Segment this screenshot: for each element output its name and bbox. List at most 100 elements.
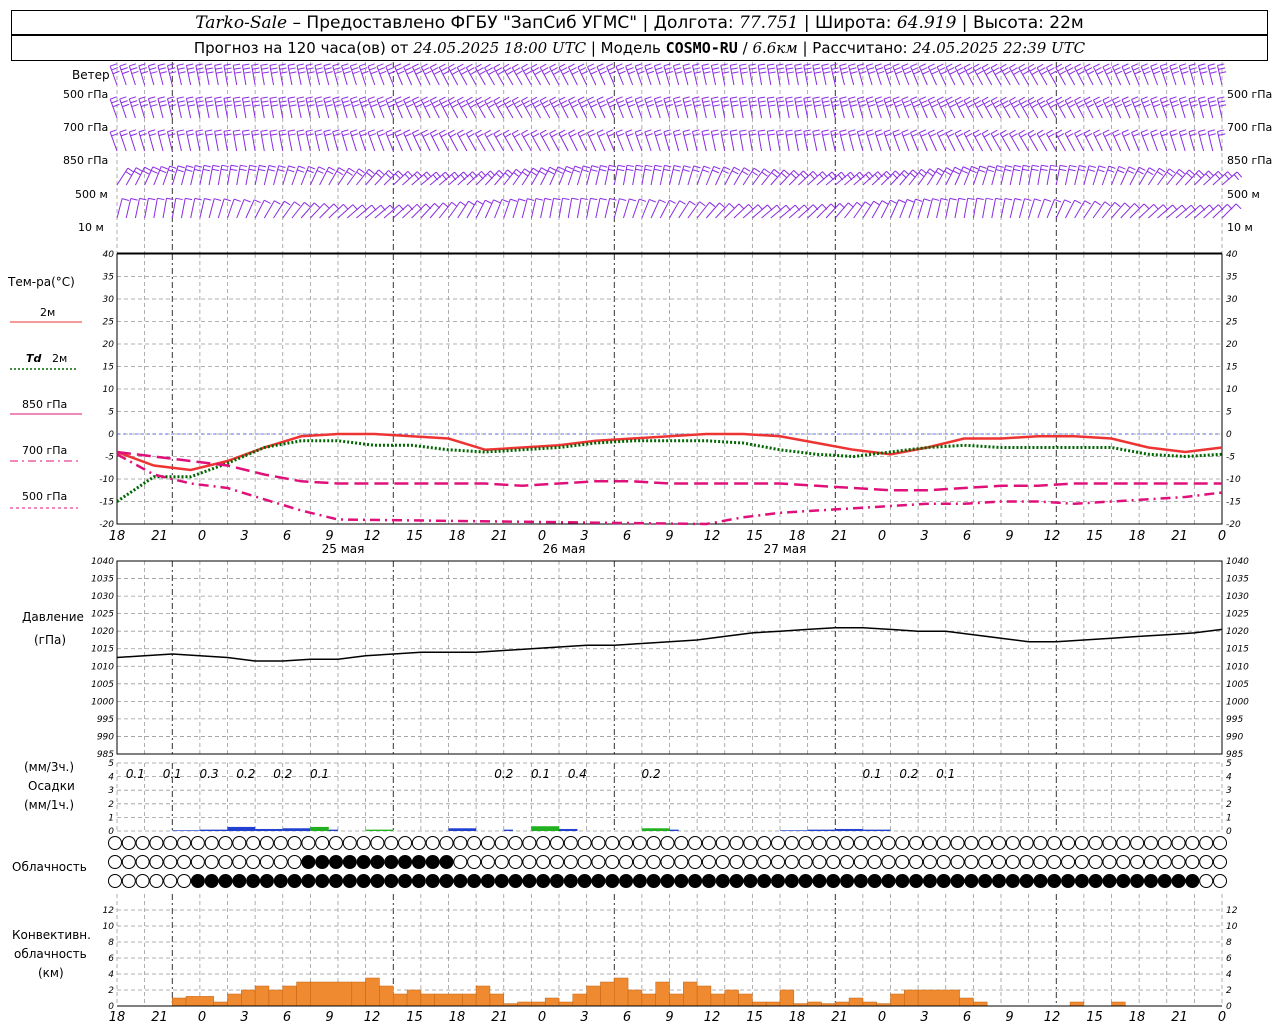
wind-barb-flag [343,71,351,74]
wind-barb-flag [1199,100,1207,104]
wind-barb-flag [803,170,809,177]
wind-barb [1150,129,1159,152]
wind-barb [521,96,532,119]
wind-barb-flag [758,100,766,103]
wind-barb-flag [1179,96,1187,100]
wind-barb-flag [986,197,994,201]
cloud-cover-symbol [273,855,288,869]
wind-barb [634,96,645,119]
wind-barb [672,96,683,119]
wind-barb [999,96,1011,119]
temp-ytick-left: 25 [103,318,115,328]
wind-barb [739,63,748,86]
wind-barb-flag [1209,104,1217,107]
wind-barb-flag [867,133,875,137]
wind-barb-flag [493,199,501,204]
time-tick-bottom: 9 [665,1010,673,1024]
cloud-cover-symbol [439,836,454,850]
conv-bar [434,993,463,1007]
cloud-cover-symbol [743,874,758,888]
wind-barb-flag [167,129,175,133]
wind-barb [109,96,120,119]
wind-barb-flag [466,63,473,68]
wind-barb [672,63,683,86]
cloud-cover-symbol [563,855,578,869]
wind-barb-flag [1146,170,1154,176]
cloud-cover-symbol [909,874,924,888]
wind-barb-staff [794,65,799,86]
wind-barb-flag [534,103,542,108]
wind-barb-flag [814,71,822,74]
wind-barb-flag [822,67,830,70]
wind-barb [484,129,495,152]
cloud-cover-symbol [605,836,620,850]
cloud-cover-symbol [273,836,288,850]
wind-barb-flag [268,165,276,168]
wind-barb [1045,63,1057,86]
wind-barb-staff [1036,100,1048,119]
wind-barb-flag [167,96,175,100]
wind-barb-flag [1013,168,1021,172]
cloud-cover-symbol [342,836,357,850]
wind-barb-staff [775,131,781,152]
wind-barb-flag [278,63,286,66]
wind-barb-flag [876,133,884,137]
wind-barb-flag [129,63,137,67]
wind-barb [1140,63,1151,86]
wind-barb-flag [111,100,119,104]
wind-barb-staff [260,131,265,152]
cloud-cover-symbol [1061,874,1076,888]
wind-barb-flag [138,129,146,133]
cloud-cover-symbol [1061,855,1076,869]
wind-barb-flag [287,169,295,173]
wind-barb-staff [190,165,196,186]
wind-barb [558,165,574,186]
wind-barb-staff [502,67,514,86]
pres-ytick-left: 1005 [91,680,114,690]
wind-barb [429,96,441,119]
cloud-cover-symbol [660,874,675,888]
wind-barb [715,166,731,186]
wind-barb [287,96,297,119]
cloud-cover-symbol [453,855,468,869]
wind-barb-flag [497,103,505,109]
wind-barb-flag [243,67,251,70]
wind-barb-flag [532,100,540,105]
time-tick: 9 [665,529,673,544]
wind-barb [1207,129,1216,152]
wind-barb-flag [945,96,953,101]
wind-barb-flag [348,167,356,173]
wind-barb-flag [261,67,269,70]
wind-barb [1036,129,1048,152]
wind-barb-flag [157,96,165,100]
wind-barb [927,129,937,152]
cloud-cover-symbol [660,855,675,869]
wind-barb [385,129,394,152]
precip-3h-label: 0.4 [568,767,587,781]
wind-barb-flag [298,165,306,169]
wind-barb [1092,201,1111,219]
time-tick-bottom: 12 [704,1010,721,1024]
wind-barb [954,63,966,86]
wind-barb-flag [1208,67,1216,70]
wind-barb [128,96,139,119]
wind-barb-flag [1098,165,1106,169]
wind-barb [420,63,432,86]
wind-barb-flag [945,129,953,134]
wind-barb-staff [1036,133,1048,152]
wind-barb-flag [877,70,885,75]
precip-bar [255,828,283,831]
wind-barb-flag [159,104,167,107]
wind-barb-flag [958,197,966,201]
wind-barb-flag [590,169,598,172]
wind-barb [1064,164,1077,186]
wind-barb-flag [271,104,279,107]
wind-barb [678,200,696,219]
wind-barb [577,129,588,152]
wind-barb-flag [271,71,279,74]
wind-barb-flag [387,100,394,104]
wind-barb [1111,165,1126,186]
wind-barb-flag [635,96,642,100]
wind-barb-flag [588,133,596,137]
wind-barb [503,198,518,219]
